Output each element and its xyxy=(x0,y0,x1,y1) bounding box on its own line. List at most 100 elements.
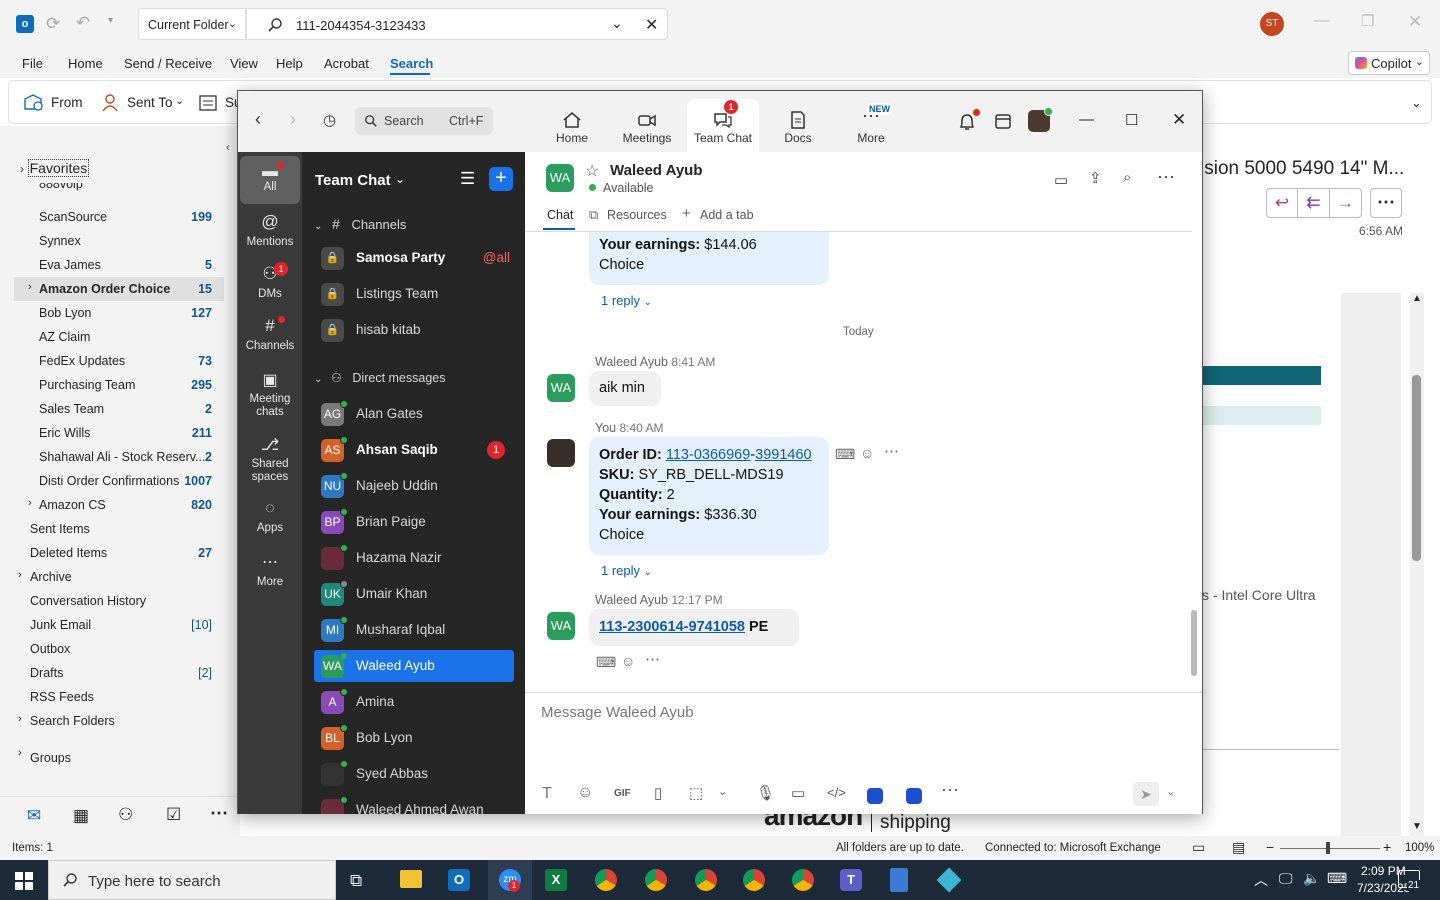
gif-icon[interactable]: GIF xyxy=(614,788,631,799)
channels-section-header[interactable]: ⌄ # Channels xyxy=(314,216,514,236)
emoji-icon[interactable]: ☺ xyxy=(577,784,593,802)
folder-item[interactable]: Bob Lyon 127 xyxy=(14,301,224,325)
search-options-chevron-icon[interactable]: ⌄ xyxy=(611,15,623,32)
user-avatar[interactable]: ST xyxy=(1260,12,1284,36)
tab-more[interactable]: ⋯ More NEW xyxy=(835,99,907,152)
favorite-star-icon[interactable]: ☆ xyxy=(585,161,599,181)
zoom-search-box[interactable]: Search Ctrl+F xyxy=(355,107,493,135)
copilot-button[interactable]: Copilot ⌄ xyxy=(1348,51,1430,75)
channel-item[interactable]: 🔒 Listings Team xyxy=(314,278,514,310)
emoji-react-icon[interactable]: ☺ xyxy=(860,445,874,461)
rail-channels[interactable]: # Channels xyxy=(240,316,300,352)
order-link[interactable]: 113-2300614-9741058 xyxy=(599,619,745,635)
search-input[interactable]: 111-2044354-3123433 ⌄ ✕ xyxy=(246,8,668,40)
list-title[interactable]: Team Chat xyxy=(315,172,391,189)
zoom-maximize-icon[interactable]: ☐ xyxy=(1125,111,1138,129)
video-call-icon[interactable]: ▭ xyxy=(1054,171,1068,189)
microphone-icon[interactable]: 🎙 xyxy=(756,784,775,802)
zoom-slider-thumb[interactable] xyxy=(1326,842,1330,854)
sent-to-button[interactable]: Sent To xyxy=(127,95,173,110)
app-integration-icon[interactable] xyxy=(867,788,883,804)
dm-item[interactable]: UK Umair Khan xyxy=(314,578,514,610)
dm-item[interactable]: AS Ahsan Saqib 1 xyxy=(314,434,514,466)
folder-item[interactable]: › Archive xyxy=(14,565,224,589)
dm-item[interactable]: MI Musharaf Iqbal xyxy=(314,614,514,646)
tasks-icon[interactable]: ☑ xyxy=(166,805,181,825)
code-icon[interactable]: </> xyxy=(827,785,846,800)
folder-item[interactable]: Outbox xyxy=(14,637,224,661)
chrome-icon[interactable] xyxy=(743,869,765,891)
taskbar-search[interactable]: Type here to search xyxy=(48,860,336,900)
calendar-icon[interactable]: ▦ xyxy=(73,806,89,826)
network-icon[interactable]: 🖵 xyxy=(1279,870,1293,887)
favorites-header[interactable]: › Favorites xyxy=(20,159,90,177)
zoom-out-icon[interactable]: − xyxy=(1266,839,1274,855)
chevron-down-icon[interactable]: ⌄ xyxy=(718,785,727,798)
dm-item[interactable]: NU Najeeb Uddin xyxy=(314,470,514,502)
calculator-icon[interactable] xyxy=(890,868,908,892)
chrome-icon[interactable] xyxy=(595,869,617,891)
reply-button[interactable]: ↩ xyxy=(1266,188,1298,218)
back-icon[interactable]: ‹ xyxy=(255,109,261,130)
reply-thread-link[interactable]: 1 reply ⌄ xyxy=(601,293,652,308)
minimize-icon[interactable]: — xyxy=(1314,12,1330,30)
tab-docs[interactable]: Docs xyxy=(762,99,834,152)
folder-item[interactable]: FedEx Updates 73 xyxy=(14,349,224,373)
folder-item[interactable]: Sales Team 2 xyxy=(14,397,224,421)
restore-icon[interactable]: ❐ xyxy=(1361,12,1374,30)
mail-icon[interactable]: ✉ xyxy=(27,806,41,826)
format-text-icon[interactable]: T xyxy=(542,785,552,803)
undo-icon[interactable]: ↶ xyxy=(76,13,90,33)
file-explorer-icon[interactable] xyxy=(400,870,422,888)
more-apps-icon[interactable]: ⋯ xyxy=(210,803,228,824)
folder-item[interactable]: 888voip xyxy=(14,183,224,197)
dm-item[interactable]: Syed Abbas xyxy=(314,758,514,790)
excel-taskbar-icon[interactable]: X xyxy=(545,869,567,891)
more-tools-icon[interactable]: ⋯ xyxy=(941,780,959,801)
sender-avatar[interactable]: WA xyxy=(547,374,575,402)
folder-item[interactable]: Drafts [2] xyxy=(14,661,224,685)
chevron-up-icon[interactable]: ︿ xyxy=(1254,870,1268,890)
reply-thread-link[interactable]: 1 reply ⌄ xyxy=(601,563,652,578)
normal-view-icon[interactable]: ▭ xyxy=(1192,839,1205,856)
dm-item[interactable]: BL Bob Lyon xyxy=(314,722,514,754)
chevron-right-icon[interactable]: › xyxy=(18,747,22,759)
screenshot-icon[interactable]: ⬚ xyxy=(689,784,703,802)
folder-item[interactable]: Shahawal Ali - Stock Reserv... 2 xyxy=(14,445,224,469)
outlook-taskbar-icon[interactable]: O xyxy=(448,869,470,891)
ribbon-collapse-icon[interactable]: ⌄ xyxy=(1411,95,1422,111)
dm-item[interactable]: Hazama Nazir xyxy=(314,542,514,574)
teams-icon[interactable]: T xyxy=(840,869,862,891)
rail-mentions[interactable]: @ Mentions xyxy=(240,212,300,248)
folder-item[interactable]: › Groups xyxy=(14,743,224,767)
folder-item[interactable]: Synnex xyxy=(14,229,224,253)
filter-icon[interactable]: ☰ xyxy=(460,169,475,189)
menu-send-receive[interactable]: Send / Receive xyxy=(124,56,212,71)
menu-help[interactable]: Help xyxy=(276,56,303,71)
file-icon[interactable]: ▯ xyxy=(654,784,662,802)
chevron-right-icon[interactable]: › xyxy=(28,497,32,509)
scrollbar[interactable]: ▲ ▼ xyxy=(1410,293,1424,836)
new-chat-button[interactable]: + xyxy=(489,167,513,191)
more-options-icon[interactable]: ⋯ xyxy=(884,442,899,460)
reply-icon[interactable]: ⌨ xyxy=(596,654,616,671)
rail-meeting-chats[interactable]: ▣ Meeting chats xyxy=(240,370,300,419)
chevron-right-icon[interactable]: › xyxy=(28,281,32,293)
forward-icon[interactable]: › xyxy=(290,109,296,130)
whiteboard-icon[interactable] xyxy=(906,788,922,804)
chrome-icon[interactable] xyxy=(695,869,717,891)
dm-item[interactable]: WA Waleed Ayub xyxy=(314,650,514,682)
contact-avatar[interactable]: WA xyxy=(546,164,574,192)
reply-all-button[interactable]: ⇇ xyxy=(1298,188,1330,218)
folder-item[interactable]: ScanSource 199 xyxy=(14,205,224,229)
chat-scrollbar-thumb[interactable] xyxy=(1191,610,1197,676)
folder-item[interactable]: Sent Items xyxy=(14,517,224,541)
menu-home[interactable]: Home xyxy=(68,56,103,71)
clear-search-icon[interactable]: ✕ xyxy=(645,15,658,35)
tab-team-chat[interactable]: Team Chat 1 xyxy=(687,99,759,152)
reading-view-icon[interactable]: ▤ xyxy=(1232,839,1245,856)
scroll-down-icon[interactable]: ▼ xyxy=(1412,821,1422,832)
menu-search[interactable]: Search xyxy=(390,56,433,71)
tab-home[interactable]: Home xyxy=(536,99,608,152)
chrome-icon[interactable] xyxy=(792,869,814,891)
